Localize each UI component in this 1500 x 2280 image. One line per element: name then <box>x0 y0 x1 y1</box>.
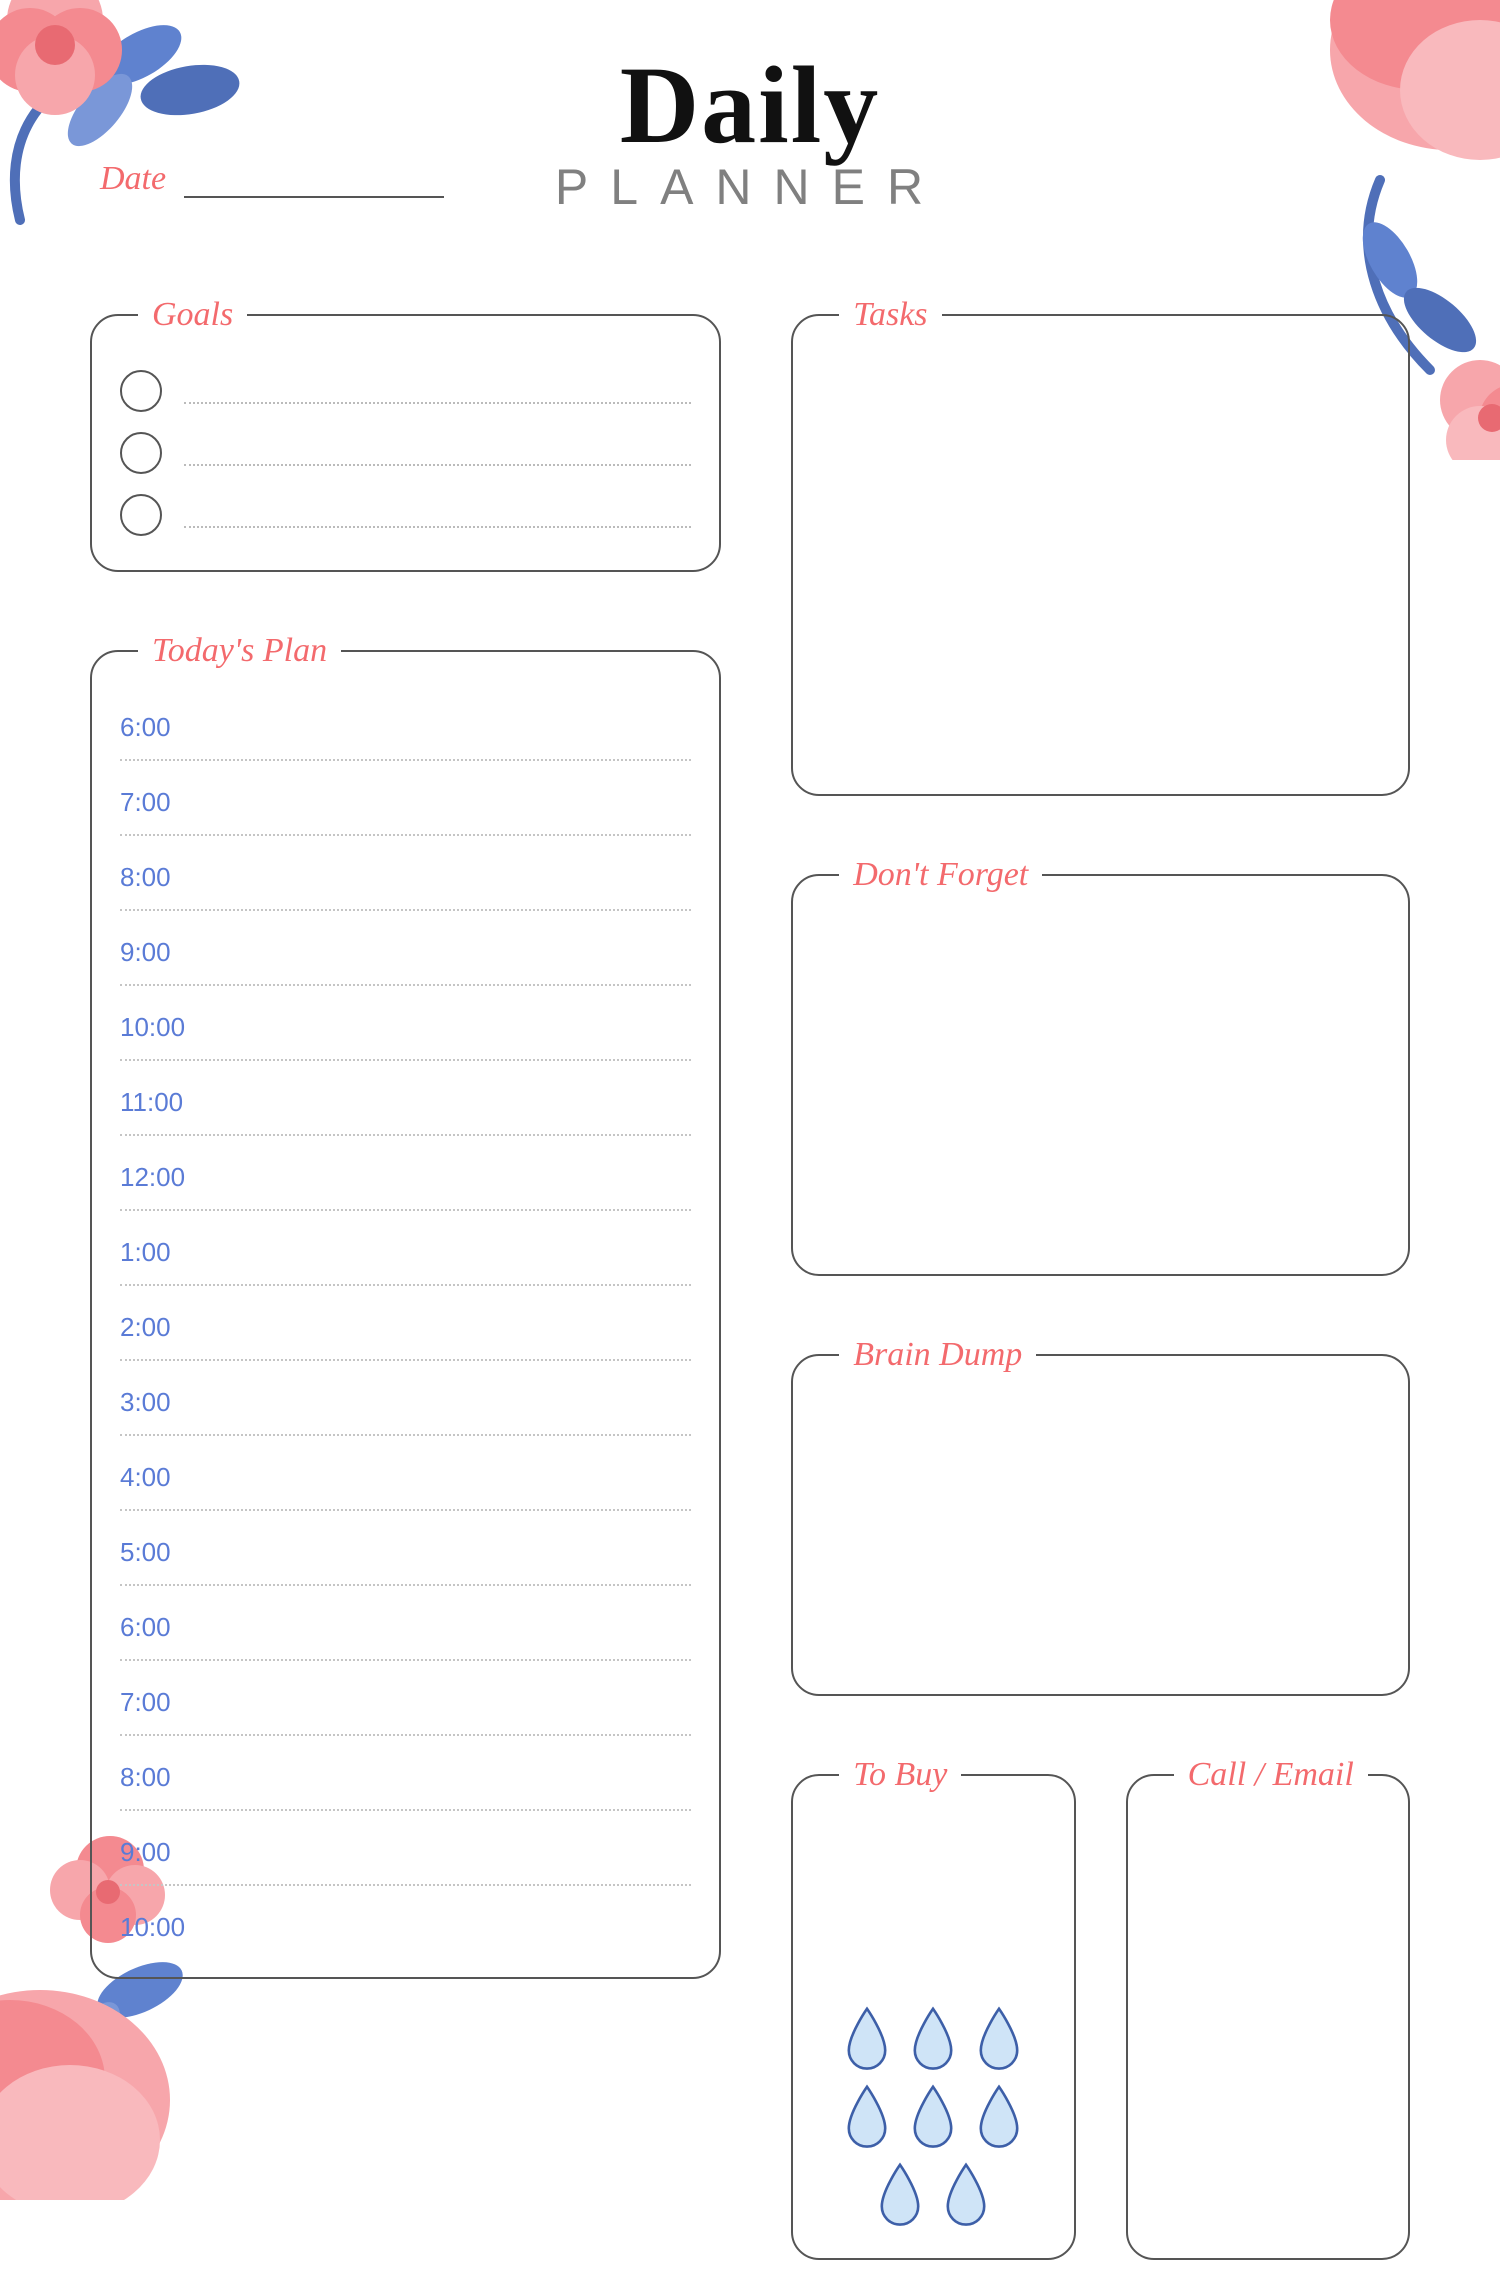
to-buy-box[interactable]: To Buy <box>791 1756 1075 2260</box>
plan-time-label: 12:00 <box>120 1162 691 1193</box>
brain-dump-box[interactable]: Brain Dump <box>791 1336 1410 1696</box>
call-email-box[interactable]: Call / Email <box>1126 1756 1410 2260</box>
plan-input-line[interactable] <box>120 1659 691 1661</box>
plan-slot[interactable]: 10:00 <box>120 992 691 1067</box>
goal-row[interactable] <box>120 480 691 542</box>
goal-input-line[interactable] <box>184 378 691 404</box>
dont-forget-label: Don't Forget <box>839 856 1042 894</box>
plan-time-label: 10:00 <box>120 1912 691 1943</box>
plan-time-label: 9:00 <box>120 937 691 968</box>
plan-slot[interactable]: 5:00 <box>120 1517 691 1592</box>
plan-input-line[interactable] <box>120 1059 691 1061</box>
plan-input-line[interactable] <box>120 1509 691 1511</box>
plan-time-label: 1:00 <box>120 1237 691 1268</box>
plan-time-label: 7:00 <box>120 1687 691 1718</box>
plan-time-label: 4:00 <box>120 1462 691 1493</box>
plan-slot[interactable]: 6:00 <box>120 1592 691 1667</box>
water-tracker[interactable] <box>821 2006 1045 2230</box>
plan-time-label: 5:00 <box>120 1537 691 1568</box>
plan-slot[interactable]: 10:00 <box>120 1892 691 1949</box>
plan-time-label: 9:00 <box>120 1837 691 1868</box>
plan-slot[interactable]: 8:00 <box>120 842 691 917</box>
plan-time-label: 6:00 <box>120 712 691 743</box>
to-buy-label: To Buy <box>839 1756 961 1794</box>
water-drop-icon[interactable] <box>841 2084 893 2152</box>
plan-input-line[interactable] <box>120 759 691 761</box>
water-drop-icon[interactable] <box>841 2006 893 2074</box>
plan-time-label: 8:00 <box>120 862 691 893</box>
plan-slot[interactable]: 9:00 <box>120 1817 691 1892</box>
plan-input-line[interactable] <box>120 834 691 836</box>
water-drop-icon[interactable] <box>940 2162 992 2230</box>
water-drop-icon[interactable] <box>973 2006 1025 2074</box>
dont-forget-box[interactable]: Don't Forget <box>791 856 1410 1276</box>
plan-time-label: 10:00 <box>120 1012 691 1043</box>
date-field[interactable]: Date <box>100 160 444 198</box>
plan-slot[interactable]: 3:00 <box>120 1367 691 1442</box>
plan-time-label: 11:00 <box>120 1087 691 1118</box>
date-input-line[interactable] <box>184 170 444 198</box>
brain-dump-label: Brain Dump <box>839 1336 1036 1374</box>
date-label: Date <box>100 160 166 198</box>
plan-input-line[interactable] <box>120 1584 691 1586</box>
water-drop-icon[interactable] <box>907 2006 959 2074</box>
goal-input-line[interactable] <box>184 440 691 466</box>
goals-box: Goals <box>90 296 721 572</box>
plan-input-line[interactable] <box>120 1209 691 1211</box>
plan-slot[interactable]: 11:00 <box>120 1067 691 1142</box>
plan-slot[interactable]: 6:00 <box>120 692 691 767</box>
plan-time-label: 8:00 <box>120 1762 691 1793</box>
todays-plan-label: Today's Plan <box>138 632 341 670</box>
plan-input-line[interactable] <box>120 1734 691 1736</box>
goal-input-line[interactable] <box>184 502 691 528</box>
plan-input-line[interactable] <box>120 1434 691 1436</box>
goal-checkbox[interactable] <box>120 370 162 412</box>
plan-slot[interactable]: 7:00 <box>120 1667 691 1742</box>
plan-input-line[interactable] <box>120 984 691 986</box>
goal-checkbox[interactable] <box>120 494 162 536</box>
water-drop-icon[interactable] <box>874 2162 926 2230</box>
plan-slot[interactable]: 7:00 <box>120 767 691 842</box>
plan-input-line[interactable] <box>120 1134 691 1136</box>
goal-row[interactable] <box>120 356 691 418</box>
plan-input-line[interactable] <box>120 1809 691 1811</box>
plan-slot[interactable]: 12:00 <box>120 1142 691 1217</box>
plan-input-line[interactable] <box>120 1359 691 1361</box>
title-main: Daily <box>90 50 1410 160</box>
plan-slot[interactable]: 2:00 <box>120 1292 691 1367</box>
goal-row[interactable] <box>120 418 691 480</box>
call-email-label: Call / Email <box>1174 1756 1368 1794</box>
goals-label: Goals <box>138 296 247 334</box>
plan-slot[interactable]: 1:00 <box>120 1217 691 1292</box>
plan-time-label: 6:00 <box>120 1612 691 1643</box>
water-drop-icon[interactable] <box>907 2084 959 2152</box>
tasks-label: Tasks <box>839 296 941 334</box>
water-drop-icon[interactable] <box>973 2084 1025 2152</box>
plan-input-line[interactable] <box>120 1884 691 1886</box>
plan-time-label: 2:00 <box>120 1312 691 1343</box>
plan-slot[interactable]: 8:00 <box>120 1742 691 1817</box>
plan-slot[interactable]: 9:00 <box>120 917 691 992</box>
plan-time-label: 3:00 <box>120 1387 691 1418</box>
goal-checkbox[interactable] <box>120 432 162 474</box>
todays-plan-box: Today's Plan 6:00 7:00 8:00 9:00 10:00 11:00 1… <box>90 632 721 1979</box>
plan-input-line[interactable] <box>120 1284 691 1286</box>
plan-slot[interactable]: 4:00 <box>120 1442 691 1517</box>
plan-input-line[interactable] <box>120 909 691 911</box>
tasks-box[interactable]: Tasks <box>791 296 1410 796</box>
plan-time-label: 7:00 <box>120 787 691 818</box>
